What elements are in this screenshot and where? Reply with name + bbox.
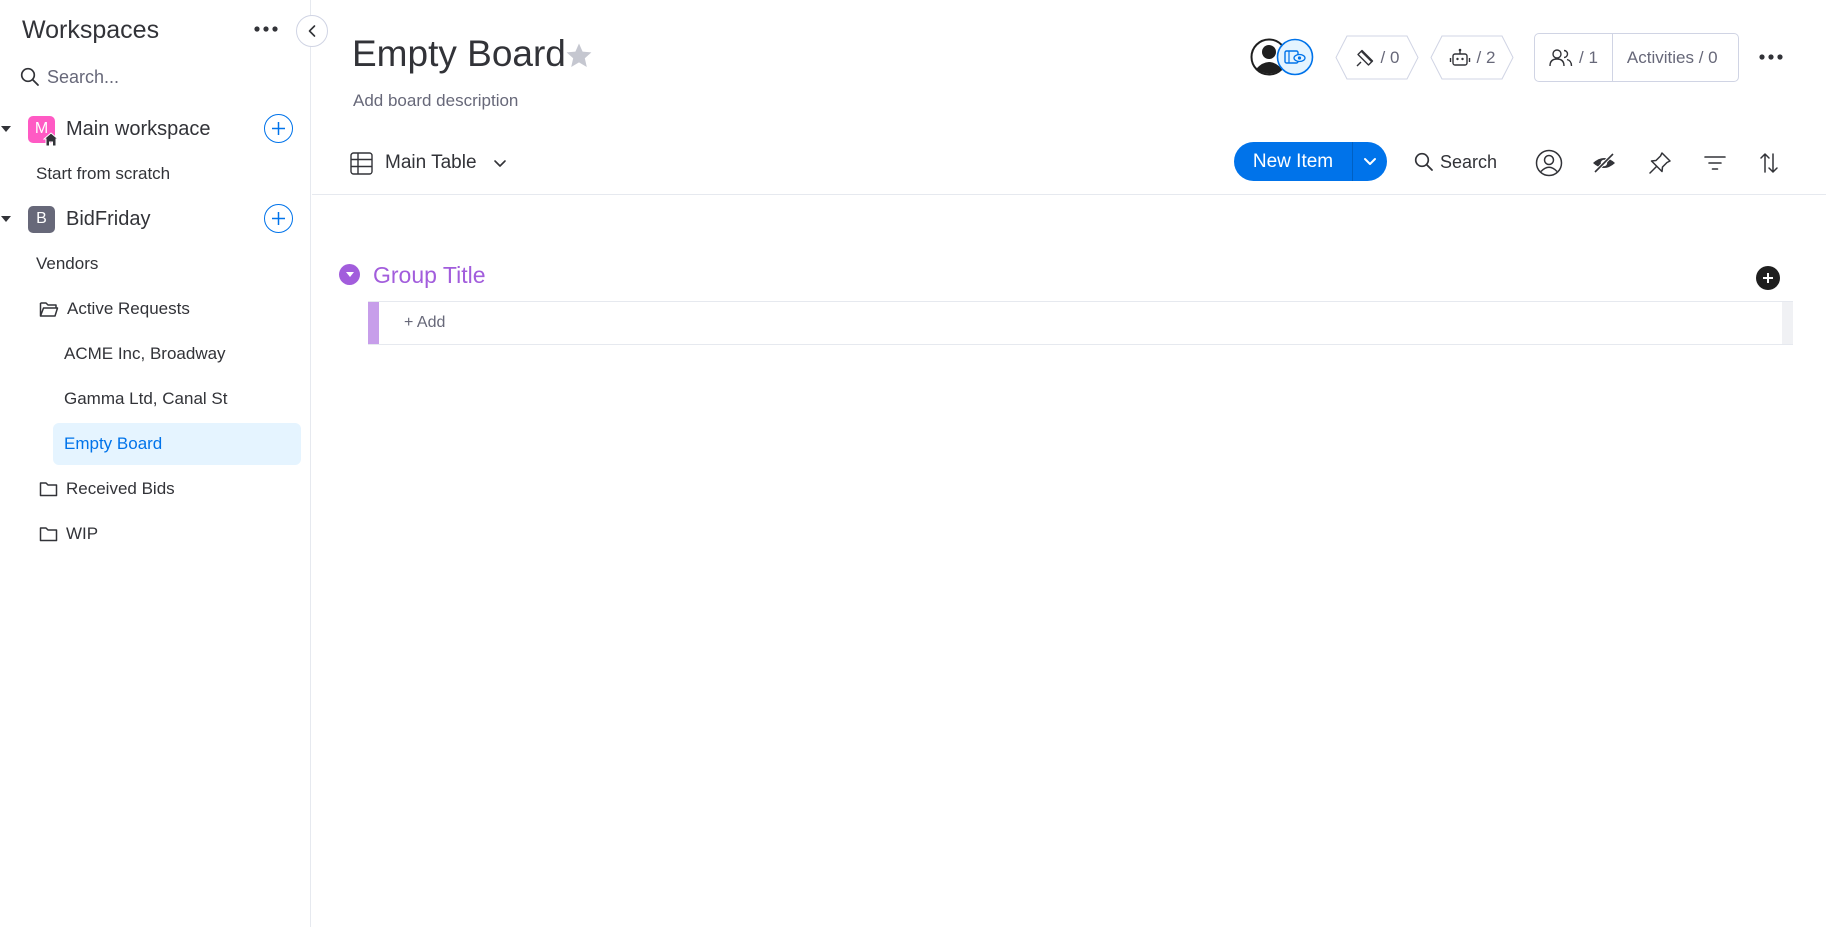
favorite-star-button[interactable] <box>565 42 593 74</box>
view-tab-main-table[interactable]: Main Table <box>350 147 507 179</box>
board-more-button[interactable] <box>1754 42 1788 72</box>
add-item-row: + Add <box>368 301 1793 345</box>
sidebar-item-vendors[interactable]: Vendors <box>36 243 98 285</box>
plus-icon <box>272 212 285 225</box>
plus-icon <box>272 122 285 135</box>
folder-icon <box>39 526 58 542</box>
more-horizontal-icon <box>254 26 278 32</box>
sidebar: Workspaces M Main workspace Start from s… <box>0 0 311 927</box>
sidebar-folder-active-requests[interactable]: Active Requests <box>39 288 190 330</box>
search-icon <box>1414 152 1433 171</box>
toolbar-divider <box>312 194 1826 195</box>
group-color-bar <box>368 302 379 344</box>
sidebar-title: Workspaces <box>22 16 160 44</box>
sidebar-item-gamma[interactable]: Gamma Ltd, Canal St <box>64 378 227 420</box>
filter-icon <box>1704 156 1726 170</box>
sidebar-folder-received-bids[interactable]: Received Bids <box>39 468 175 510</box>
person-filter-button[interactable] <box>1533 147 1565 179</box>
plus-icon <box>1763 273 1773 283</box>
sidebar-item-empty-board[interactable]: Empty Board <box>53 423 301 465</box>
search-icon <box>20 67 39 86</box>
sidebar-folder-wip[interactable]: WIP <box>39 513 98 555</box>
chevron-down-icon <box>1364 158 1376 165</box>
people-icon <box>1549 48 1573 66</box>
board-title[interactable]: Empty Board <box>352 33 566 75</box>
new-item-button[interactable]: New Item <box>1234 142 1352 181</box>
new-item-dropdown-button[interactable] <box>1353 142 1387 181</box>
view-access-icon <box>1276 38 1314 76</box>
add-item-input[interactable]: + Add <box>404 314 445 332</box>
board-search-button[interactable]: Search <box>1414 148 1497 176</box>
members-activities-box: / 1 Activities / 0 <box>1534 33 1739 82</box>
view-tab-label: Main Table <box>385 152 477 173</box>
automations-count: / 2 <box>1476 47 1496 67</box>
group-collapse-toggle[interactable] <box>339 264 360 285</box>
chevron-down-icon[interactable] <box>493 159 507 168</box>
automations-button[interactable]: / 2 <box>1430 35 1514 80</box>
sort-icon <box>1760 153 1778 173</box>
sort-button[interactable] <box>1753 147 1785 179</box>
add-column-button[interactable] <box>1756 266 1780 290</box>
members-button[interactable]: / 1 <box>1535 34 1612 81</box>
pin-button[interactable] <box>1644 147 1676 179</box>
add-to-main-workspace-button[interactable] <box>264 114 293 143</box>
robot-icon <box>1449 48 1470 66</box>
members-count: / 1 <box>1579 47 1598 67</box>
folder-open-icon <box>39 301 59 318</box>
add-to-bidfriday-button[interactable] <box>264 204 293 233</box>
sidebar-search <box>20 62 290 92</box>
workspace-label: BidFriday <box>66 207 151 230</box>
table-icon <box>350 151 373 175</box>
activities-button[interactable]: Activities / 0 <box>1613 34 1732 81</box>
chevron-left-icon <box>308 25 316 37</box>
more-horizontal-icon <box>1759 54 1783 60</box>
eye-hidden-icon <box>1593 152 1615 174</box>
chevron-down-icon <box>345 272 354 277</box>
board-description[interactable]: Add board description <box>353 91 518 111</box>
pin-icon <box>1649 152 1671 174</box>
activities-count: Activities / 0 <box>1626 47 1718 67</box>
sidebar-search-input[interactable] <box>47 66 277 88</box>
integration-plug-icon <box>1356 49 1373 66</box>
workspace-bidfriday[interactable]: B BidFriday <box>0 201 300 237</box>
caret-down-icon <box>1 216 11 222</box>
collapse-sidebar-button[interactable] <box>296 15 328 47</box>
sidebar-item-acme[interactable]: ACME Inc, Broadway <box>64 333 226 375</box>
integrations-count: / 0 <box>1380 47 1400 67</box>
workspace-main[interactable]: M Main workspace <box>0 111 300 147</box>
new-item-split-button: New Item <box>1234 142 1387 181</box>
integrations-button[interactable]: / 0 <box>1335 35 1419 80</box>
sidebar-more-button[interactable] <box>252 14 280 44</box>
workspace-avatar: M <box>28 115 59 146</box>
star-icon <box>566 43 592 67</box>
caret-down-icon <box>1 126 11 132</box>
filter-button[interactable] <box>1699 147 1731 179</box>
workspace-avatar: B <box>28 205 55 233</box>
person-circle-icon <box>1535 149 1563 177</box>
row-end-bar <box>1782 302 1793 344</box>
workspace-label: Main workspace <box>66 117 211 140</box>
sidebar-item-start-from-scratch[interactable]: Start from scratch <box>36 153 170 195</box>
folder-icon <box>39 481 58 497</box>
hide-columns-button[interactable] <box>1588 147 1620 179</box>
group-title[interactable]: Group Title <box>373 262 486 289</box>
board-subscribers[interactable] <box>1250 38 1316 76</box>
home-icon <box>43 131 59 146</box>
